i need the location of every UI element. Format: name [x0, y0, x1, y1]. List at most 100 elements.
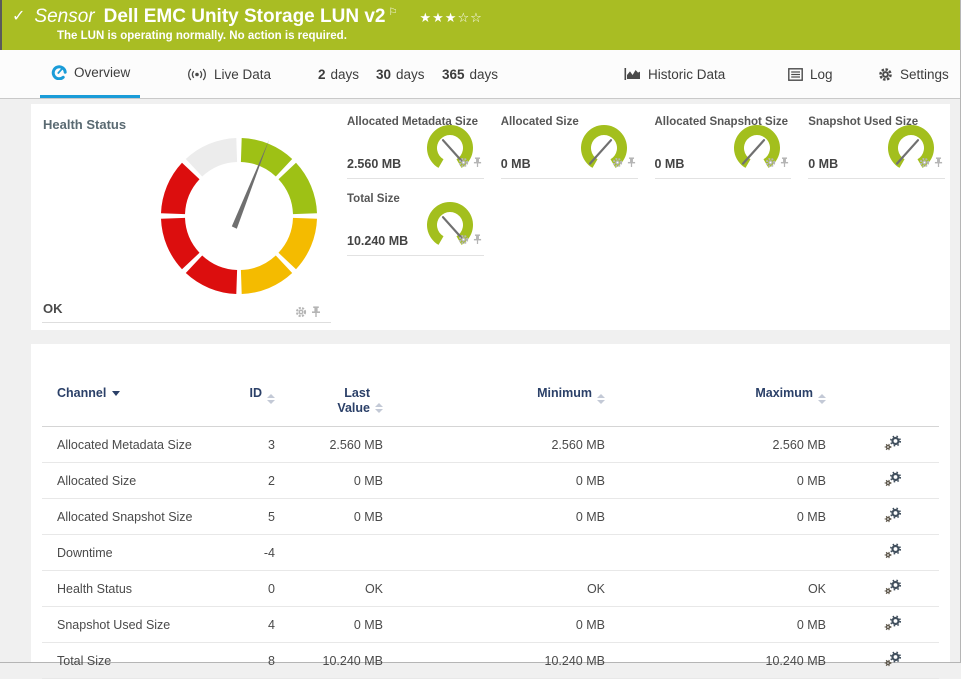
mini-panel-actions [765, 155, 789, 173]
channel-name[interactable]: Allocated Snapshot Size [42, 499, 242, 535]
tab-log[interactable]: Log [778, 50, 843, 98]
gauge-needle [590, 140, 611, 163]
panel-pin-icon[interactable] [934, 155, 943, 173]
channel-maximum: 10.240 MB [612, 643, 833, 679]
channel-last-value: 10.240 MB [282, 643, 390, 679]
mini-panel-value: 0 MB [655, 157, 685, 171]
mini-panel-value: 0 MB [808, 157, 838, 171]
channel-minimum: OK [390, 571, 612, 607]
channel-name[interactable]: Health Status [42, 571, 242, 607]
mini-panel-actions [458, 155, 482, 173]
mini-panel-allocated-metadata-size: Allocated Metadata Size 2.560 MB [347, 116, 484, 179]
tab-label: Live Data [214, 67, 271, 82]
panel-gear-icon[interactable] [919, 155, 930, 173]
table-row: Health Status 0 OK OK OK [42, 571, 939, 607]
header-id[interactable]: ID [242, 368, 282, 427]
panel-pin-icon[interactable] [627, 155, 636, 173]
channel-minimum: 0 MB [390, 463, 612, 499]
table-row: Snapshot Used Size 4 0 MB 0 MB 0 MB [42, 607, 939, 643]
channel-minimum: 0 MB [390, 607, 612, 643]
tab-label: Settings [900, 67, 949, 82]
channel-id: 5 [242, 499, 282, 535]
channel-minimum [390, 535, 612, 571]
tab-live-data[interactable]: Live Data [177, 50, 281, 98]
header-minimum[interactable]: Minimum [390, 368, 612, 427]
panel-pin-icon[interactable] [473, 232, 482, 250]
channel-id: 0 [242, 571, 282, 607]
content-area: Health Status OK Allocated Metada [0, 99, 960, 662]
tab-label: Log [810, 67, 833, 82]
stars-filled: ★★★ [419, 10, 457, 25]
table-row: Total Size 8 10.240 MB 10.240 MB 10.240 … [42, 643, 939, 679]
status-check-icon: ✓ [12, 6, 25, 26]
channel-name[interactable]: Snapshot Used Size [42, 607, 242, 643]
channel-name[interactable]: Allocated Size [42, 463, 242, 499]
channel-name[interactable]: Downtime [42, 535, 242, 571]
header-channel[interactable]: Channel [42, 368, 242, 427]
channel-maximum: 0 MB [612, 463, 833, 499]
tab-label: days [470, 67, 499, 82]
panel-pin-icon[interactable] [473, 155, 482, 173]
panel-pin-icon[interactable] [311, 305, 321, 323]
channel-id: 4 [242, 607, 282, 643]
channel-settings-gears-icon[interactable] [883, 471, 903, 490]
header-last-value[interactable]: Last Value [282, 368, 390, 427]
overview-gauges-card: Health Status OK Allocated Metada [31, 104, 950, 330]
mini-panel-allocated-snapshot-size: Allocated Snapshot Size 0 MB [655, 116, 792, 179]
channels-table: Channel ID Last Value Minimum Maximum Al… [42, 368, 939, 679]
header-maximum[interactable]: Maximum [612, 368, 833, 427]
priority-flag-icon[interactable]: ⚐ [389, 7, 398, 18]
gauge-icon [50, 65, 67, 80]
channel-maximum: OK [612, 571, 833, 607]
channel-last-value: 0 MB [282, 499, 390, 535]
mini-gauge-grid: Allocated Metadata Size 2.560 MB Allocat… [347, 116, 945, 256]
sort-icon [818, 394, 826, 404]
channel-name[interactable]: Allocated Metadata Size [42, 427, 242, 463]
tab-30-days[interactable]: 30 days [366, 50, 435, 98]
banner-title-row: ✓ Sensor Dell EMC Unity Storage LUN v2 ⚐… [12, 6, 948, 28]
channel-last-value: 2.560 MB [282, 427, 390, 463]
sort-icon [375, 403, 383, 413]
sort-desc-icon [112, 391, 120, 396]
tab-365-days[interactable]: 365 days [432, 50, 508, 98]
channel-last-value: 0 MB [282, 463, 390, 499]
panel-gear-icon[interactable] [295, 305, 307, 323]
channel-last-value: OK [282, 571, 390, 607]
channel-minimum: 2.560 MB [390, 427, 612, 463]
channel-settings-gears-icon[interactable] [883, 579, 903, 598]
channel-name[interactable]: Total Size [42, 643, 242, 679]
sort-icon [597, 394, 605, 404]
tab-2-days[interactable]: 2 days [308, 50, 369, 98]
table-row: Downtime -4 [42, 535, 939, 571]
mini-panel-snapshot-used-size: Snapshot Used Size 0 MB [808, 116, 945, 179]
panel-gear-icon[interactable] [765, 155, 776, 173]
panel-gear-icon[interactable] [612, 155, 623, 173]
channel-settings-gears-icon[interactable] [883, 507, 903, 526]
panel-gear-icon[interactable] [458, 155, 469, 173]
tab-bar: Overview Live Data 2 days 30 days 365 da… [0, 50, 960, 99]
table-header-row: Channel ID Last Value Minimum Maximum [42, 368, 939, 427]
tab-number: 2 [318, 67, 326, 82]
table-row: Allocated Snapshot Size 5 0 MB 0 MB 0 MB [42, 499, 939, 535]
rating-stars[interactable]: ★★★☆☆ [419, 10, 482, 26]
panel-gear-icon[interactable] [458, 232, 469, 250]
channel-settings-gears-icon[interactable] [883, 543, 903, 562]
mini-panel-actions [458, 232, 482, 250]
channel-last-value: 0 MB [282, 607, 390, 643]
channel-minimum: 10.240 MB [390, 643, 612, 679]
tab-historic-data[interactable]: Historic Data [614, 50, 735, 98]
panel-pin-icon[interactable] [780, 155, 789, 173]
channel-settings-gears-icon[interactable] [883, 651, 903, 670]
channel-id: 8 [242, 643, 282, 679]
channel-settings-gears-icon[interactable] [883, 435, 903, 454]
gear-icon [878, 67, 893, 82]
mini-panel-value: 0 MB [501, 157, 531, 171]
channel-maximum: 2.560 MB [612, 427, 833, 463]
channel-settings-gears-icon[interactable] [883, 615, 903, 634]
channel-id: 2 [242, 463, 282, 499]
tab-overview[interactable]: Overview [40, 50, 140, 98]
tab-settings[interactable]: Settings [868, 50, 959, 98]
mini-panel-allocated-size: Allocated Size 0 MB [501, 116, 638, 179]
table-row: Allocated Size 2 0 MB 0 MB 0 MB [42, 463, 939, 499]
live-data-icon [187, 68, 207, 81]
